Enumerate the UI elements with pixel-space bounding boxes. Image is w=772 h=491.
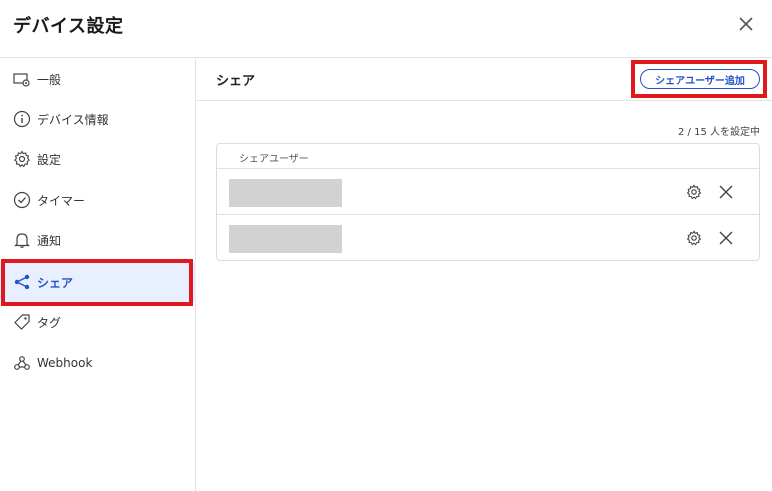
sidebar-item-settings[interactable]: 設定	[0, 139, 196, 179]
share-icon	[13, 273, 31, 291]
sidebar-item-label: 通知	[37, 233, 62, 248]
sidebar-item-label: 設定	[37, 152, 62, 167]
table-row	[217, 169, 759, 215]
sidebar-item-label: 一般	[37, 72, 62, 87]
redacted-user-name	[229, 225, 342, 253]
device-gear-icon	[13, 70, 31, 88]
close-button[interactable]	[736, 14, 756, 34]
sidebar-item-timer[interactable]: タイマー	[0, 180, 196, 220]
sidebar-item-general[interactable]: 一般	[0, 59, 196, 99]
sidebar-item-webhook[interactable]: Webhook	[0, 343, 196, 383]
sidebar-item-device-info[interactable]: デバイス情報	[0, 99, 196, 139]
gear-icon	[13, 150, 31, 168]
sidebar-item-share[interactable]: シェア	[0, 262, 196, 302]
column-header-share-user: シェアユーザー	[239, 154, 309, 165]
gear-icon	[686, 184, 702, 200]
close-icon	[739, 17, 753, 31]
info-icon	[13, 110, 31, 128]
gear-icon	[686, 230, 702, 246]
webhook-icon	[13, 354, 31, 372]
sidebar-item-tag[interactable]: タグ	[0, 302, 196, 342]
table-row	[217, 215, 759, 261]
timer-icon	[13, 191, 31, 209]
main-header: シェア シェアユーザー追加	[197, 59, 772, 101]
row-remove-button[interactable]	[718, 230, 734, 246]
close-icon	[719, 231, 733, 245]
close-icon	[719, 185, 733, 199]
row-settings-button[interactable]	[686, 230, 702, 246]
main-panel: シェア シェアユーザー追加 2 / 15 人を設定中 シェアユーザー	[197, 59, 772, 491]
share-user-table: シェアユーザー	[216, 143, 760, 261]
sidebar-item-label: タイマー	[37, 193, 86, 208]
page-title: シェア	[216, 74, 256, 89]
add-share-user-button[interactable]: シェアユーザー追加	[640, 69, 760, 89]
sidebar: 一般 デバイス情報 設定 タイマー 通知 シェア タグ Webhook	[0, 59, 196, 491]
bell-icon	[13, 231, 31, 249]
dialog-header: デバイス設定	[0, 0, 772, 58]
dialog-title: デバイス設定	[13, 16, 124, 37]
table-header: シェアユーザー	[217, 144, 759, 169]
row-settings-button[interactable]	[686, 184, 702, 200]
sidebar-item-notifications[interactable]: 通知	[0, 220, 196, 260]
share-count: 2 / 15 人を設定中	[678, 127, 760, 138]
row-remove-button[interactable]	[718, 184, 734, 200]
sidebar-item-label: タグ	[37, 315, 62, 330]
sidebar-item-label: シェア	[37, 275, 74, 290]
sidebar-item-label: デバイス情報	[37, 112, 109, 127]
tag-icon	[13, 313, 31, 331]
redacted-user-name	[229, 179, 342, 207]
sidebar-item-label: Webhook	[37, 356, 93, 370]
